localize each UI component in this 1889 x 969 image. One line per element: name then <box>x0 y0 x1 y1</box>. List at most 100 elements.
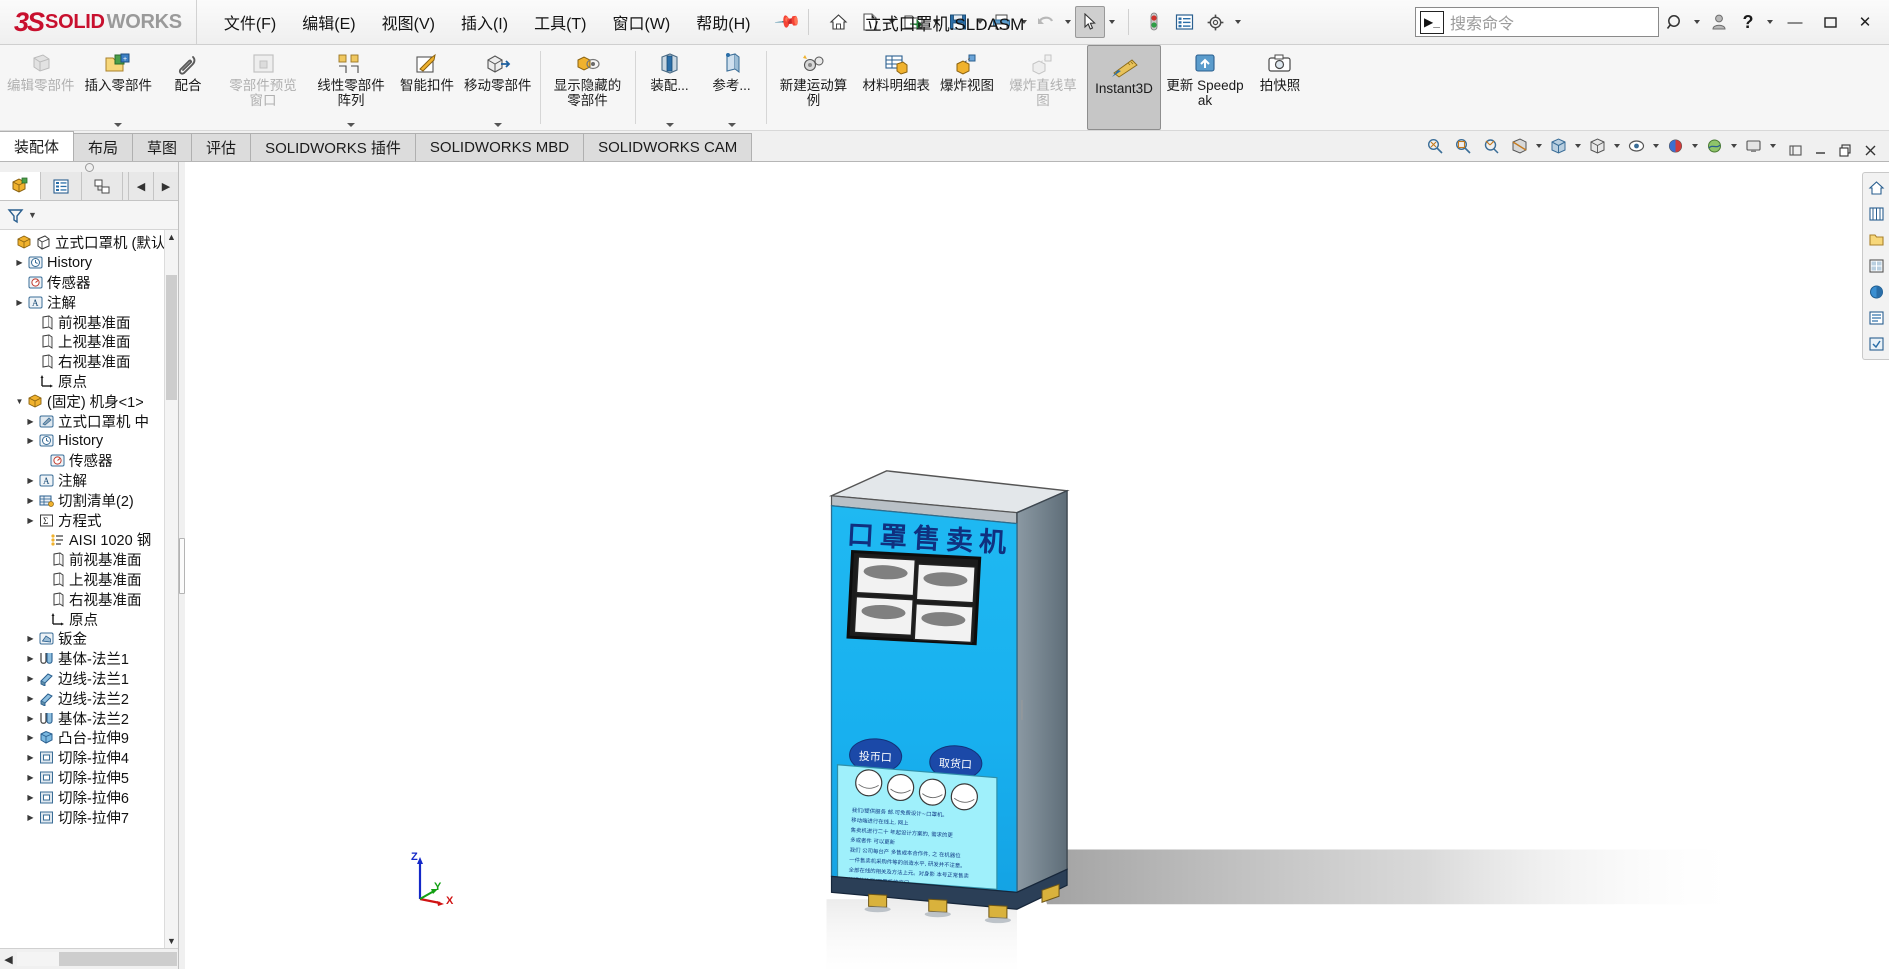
menu-file[interactable]: 文件(F) <box>211 6 289 38</box>
tree-node[interactable]: ▶ History <box>0 431 178 451</box>
tree-expand-arrow[interactable]: ▶ <box>24 634 37 643</box>
edit-appearance-dropdown[interactable] <box>1689 133 1700 159</box>
view-settings-icon[interactable] <box>1739 132 1767 160</box>
tree-filter-bar[interactable]: ▼ <box>0 201 178 230</box>
hide-show-items-dropdown[interactable] <box>1650 133 1661 159</box>
tree-node[interactable]: 上视基准面 <box>0 570 178 590</box>
display-style-icon[interactable] <box>1583 132 1611 160</box>
tree-scroll-down[interactable]: ▼ <box>165 934 178 948</box>
tree-hscroll-track[interactable] <box>17 952 177 966</box>
ribbon-edit-component[interactable]: 编辑零部件 <box>2 45 80 130</box>
save-icon[interactable] <box>943 6 973 38</box>
panel-tab-prev[interactable]: ◀ <box>128 172 153 200</box>
tree-expand-arrow[interactable]: ▶ <box>24 694 37 703</box>
ribbon-assembly-features-dropdown[interactable] <box>666 123 674 129</box>
panel-resize-handle[interactable] <box>0 162 178 172</box>
tree-scroll-up[interactable]: ▲ <box>165 230 178 244</box>
ribbon-insert-component[interactable]: + 插入零部件 <box>80 45 158 130</box>
tab-solidworks-mbd[interactable]: SOLIDWORKS MBD <box>414 133 585 161</box>
pin-icon[interactable]: 📌 <box>774 8 802 37</box>
tree-expand-arrow[interactable]: ▶ <box>24 733 37 742</box>
tree-node[interactable]: ▶ 切除-拉伸7 <box>0 807 178 827</box>
settings-gear-icon[interactable] <box>1201 6 1231 38</box>
print-dropdown[interactable] <box>1018 7 1030 37</box>
custom-properties-icon[interactable] <box>1864 306 1888 330</box>
maximize-button[interactable] <box>1814 7 1846 37</box>
tab-sketch[interactable]: 草图 <box>132 133 193 161</box>
tree-node[interactable]: ▼ (固定) 机身<1> <box>0 391 178 411</box>
tree-node[interactable]: 原点 <box>0 372 178 392</box>
tree-node[interactable]: ▶ 立式口罩机 中 <box>0 411 178 431</box>
open-dropdown[interactable] <box>930 7 942 37</box>
tree-node[interactable]: 立式口罩机 (默认 <box>0 233 178 253</box>
tree-expand-arrow[interactable]: ▶ <box>24 516 37 525</box>
restore-panel-icon[interactable] <box>1784 139 1806 161</box>
new-document-icon[interactable] <box>855 6 885 38</box>
property-manager-tab[interactable] <box>41 172 82 200</box>
file-explorer-icon[interactable] <box>1864 228 1888 252</box>
ribbon-move-component[interactable]: 移动零部件 <box>459 45 537 130</box>
feature-manager-tab[interactable] <box>0 172 41 200</box>
tab-solidworks-addins[interactable]: SOLIDWORKS 插件 <box>250 133 416 161</box>
tree-expand-arrow[interactable]: ▶ <box>24 496 37 505</box>
select-cursor-icon[interactable] <box>1074 6 1105 38</box>
tab-solidworks-cam[interactable]: SOLIDWORKS CAM <box>583 133 753 161</box>
tree-node[interactable]: AISI 1020 钢 <box>0 530 178 550</box>
ribbon-assembly-features[interactable]: 装配... <box>639 45 701 130</box>
help-icon[interactable]: ? <box>1735 7 1761 37</box>
user-account-icon[interactable] <box>1706 7 1732 37</box>
design-library-icon[interactable] <box>1864 202 1888 226</box>
tree-node[interactable]: 传感器 <box>0 273 178 293</box>
tree-node[interactable]: 右视基准面 <box>0 589 178 609</box>
tree-node[interactable]: ▶ 基体-法兰1 <box>0 649 178 669</box>
ribbon-insert-component-dropdown[interactable] <box>114 123 122 129</box>
search-dropdown[interactable] <box>1691 7 1703 37</box>
undo-icon[interactable] <box>1031 6 1061 38</box>
tree-node[interactable]: 原点 <box>0 609 178 629</box>
ribbon-mate[interactable]: 配合 <box>157 45 219 130</box>
ribbon-show-hidden-components[interactable]: 显示隐藏的零部件 <box>544 45 632 130</box>
tab-assembly[interactable]: 装配体 <box>0 131 75 161</box>
minimize-button[interactable]: — <box>1779 7 1811 37</box>
close-button[interactable]: ✕ <box>1849 7 1881 37</box>
filter-dropdown-caret[interactable]: ▼ <box>28 210 37 220</box>
ribbon-update-speedpak[interactable]: 更新 Speedpak <box>1161 45 1249 130</box>
tree-collapse-arrow[interactable]: ▼ <box>13 397 26 406</box>
tree-expand-arrow[interactable]: ▶ <box>24 476 37 485</box>
tree-hscroll-thumb[interactable] <box>59 952 177 966</box>
ribbon-take-snapshot[interactable]: 拍快照 <box>1249 45 1311 130</box>
tree-node[interactable]: ▶ Σ 方程式 <box>0 510 178 530</box>
help-dropdown[interactable] <box>1764 7 1776 37</box>
menu-insert[interactable]: 插入(I) <box>448 6 521 38</box>
tree-node[interactable]: ▶ 切除-拉伸4 <box>0 748 178 768</box>
ribbon-move-component-dropdown[interactable] <box>494 123 502 129</box>
home-icon[interactable] <box>824 6 854 38</box>
tree-node[interactable]: ▶ A 注解 <box>0 292 178 312</box>
view-orientation-dropdown[interactable] <box>1572 133 1583 159</box>
options-list-icon[interactable] <box>1170 6 1200 38</box>
view-settings-dropdown[interactable] <box>1767 133 1778 159</box>
view-orientation-icon[interactable] <box>1544 132 1572 160</box>
display-style-dropdown[interactable] <box>1611 133 1622 159</box>
tab-evaluate[interactable]: 评估 <box>191 133 252 161</box>
select-dropdown[interactable] <box>1106 7 1118 37</box>
tree-expand-arrow[interactable]: ▶ <box>13 298 26 307</box>
tree-expand-arrow[interactable]: ▶ <box>24 654 37 663</box>
restore-doc-icon[interactable] <box>1834 139 1856 161</box>
tree-expand-arrow[interactable]: ▶ <box>24 813 37 822</box>
ribbon-instant3d[interactable]: Instant3D <box>1087 45 1161 130</box>
tree-node[interactable]: 右视基准面 <box>0 352 178 372</box>
tree-node[interactable]: 传感器 <box>0 451 178 471</box>
tree-node[interactable]: ▶ 边线-法兰2 <box>0 688 178 708</box>
edit-appearance-icon[interactable] <box>1661 132 1689 160</box>
tree-node[interactable]: ▶ 边线-法兰1 <box>0 669 178 689</box>
tree-node[interactable]: ▶ 凸台-拉伸9 <box>0 728 178 748</box>
menu-edit[interactable]: 编辑(E) <box>289 6 368 38</box>
panel-tab-next[interactable]: ▶ <box>153 172 178 200</box>
ribbon-smart-fasteners[interactable]: 智能扣件 <box>395 45 459 130</box>
ribbon-new-motion-study[interactable]: 新建运动算例 <box>770 45 858 130</box>
ribbon-explode-line-sketch[interactable]: 爆炸直线草图 <box>999 45 1087 130</box>
tree-horizontal-scrollbar[interactable]: ◀ ▶ <box>0 948 178 969</box>
command-search-box[interactable]: ▶_ 搜索命令 <box>1415 7 1659 37</box>
undo-dropdown[interactable] <box>1062 7 1074 37</box>
